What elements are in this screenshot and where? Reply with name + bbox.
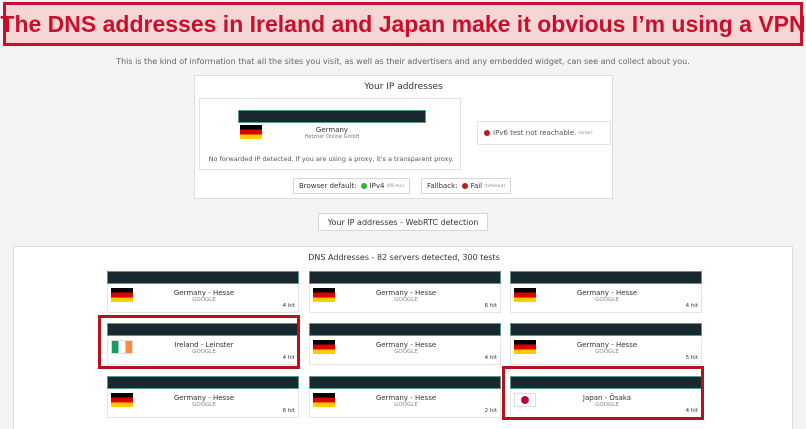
dns-hits: 5 hit — [685, 355, 698, 361]
dns-panel-title: DNS Addresses - 82 servers detected, 300… — [308, 253, 500, 262]
dns-server-card: Germany - Hesse GOOGLE 4 hit — [107, 271, 299, 315]
dns-hits: 4 hit — [685, 303, 698, 309]
dns-provider: GOOGLE — [394, 297, 418, 303]
dns-provider: GOOGLE — [192, 402, 216, 408]
dns-hits: 2 hit — [484, 408, 497, 414]
dns-location: Germany - Hesse — [173, 289, 235, 297]
dns-location: Germany - Hesse — [576, 289, 638, 297]
redacted-ip-bar — [107, 376, 299, 389]
japan-highlight-box — [502, 366, 704, 420]
dns-location: Germany - Hesse — [173, 394, 235, 402]
ipv6-status-box: IPv6 test not reachable. (error) — [477, 121, 611, 145]
ip-panel-title: Your IP addresses — [364, 82, 443, 92]
ip-info: Germany Hetzner Online GmbH — [238, 125, 426, 140]
ipv6-status-text: IPv6 test not reachable. — [493, 129, 577, 137]
dns-provider: GOOGLE — [394, 402, 418, 408]
ip-addresses-panel: Your IP addresses Germany Hetzner Online… — [194, 75, 613, 199]
ipv6-status-note: (error) — [578, 130, 593, 136]
redacted-ip-bar — [309, 271, 501, 284]
dns-hits: 4 hit — [484, 355, 497, 361]
fallback-label: Fallback: — [427, 182, 458, 190]
redacted-ip-bar — [309, 376, 501, 389]
dns-location: Germany - Hesse — [375, 289, 437, 297]
dns-server-card: Germany - Hesse GOOGLE 5 hit — [510, 323, 702, 367]
dns-server-info: Germany - Hesse GOOGLE 2 hit — [309, 390, 501, 418]
status-green-dot-icon — [360, 183, 367, 189]
dns-location: Germany - Hesse — [375, 394, 437, 402]
dns-server-card: Germany - Hesse GOOGLE 6 hit — [107, 376, 299, 420]
dns-server-info: Germany - Hesse GOOGLE 5 hit — [510, 337, 702, 365]
dns-location: Germany - Hesse — [576, 341, 638, 349]
ip-isp: Hetzner Online GmbH — [304, 134, 360, 140]
dns-provider: GOOGLE — [595, 297, 619, 303]
dns-server-info: Germany - Hesse GOOGLE 6 hit — [309, 285, 501, 313]
dns-server-card: Germany - Hesse GOOGLE 6 hit — [309, 271, 501, 315]
dns-server-info: Germany - Hesse GOOGLE 4 hit — [309, 337, 501, 365]
dns-provider: GOOGLE — [394, 349, 418, 355]
webrtc-detection-label: Your IP addresses - WebRTC detection — [327, 217, 479, 227]
dns-provider: GOOGLE — [192, 297, 216, 303]
caption-text: The DNS addresses in Ireland and Japan m… — [0, 10, 806, 37]
dns-hits: 6 hit — [484, 303, 497, 309]
redacted-ip-bar — [238, 110, 426, 123]
browser-default-value: IPv4 — [369, 182, 385, 190]
status-red-dot-icon — [461, 183, 468, 189]
dns-hits: 6 hit — [282, 408, 295, 414]
dns-server-info: Germany - Hesse GOOGLE 6 hit — [107, 390, 299, 418]
ireland-highlight-box — [98, 315, 300, 369]
intro-text: This is the kind of information that all… — [116, 57, 690, 66]
dns-server-info: Germany - Hesse GOOGLE 4 hit — [107, 285, 299, 313]
dns-hits: 4 hit — [282, 303, 295, 309]
webrtc-detection-button[interactable]: Your IP addresses - WebRTC detection — [318, 213, 488, 231]
dns-server-card: Germany - Hesse GOOGLE 2 hit — [309, 376, 501, 420]
browser-default-note: (69 ms) — [386, 183, 404, 189]
redacted-ip-bar — [510, 271, 702, 284]
redacted-ip-bar — [309, 323, 501, 336]
browser-default-label: Browser default: — [299, 182, 357, 190]
dns-provider: GOOGLE — [595, 349, 619, 355]
dns-server-card: Germany - Hesse GOOGLE 4 hit — [309, 323, 501, 367]
ip-address-box: Germany Hetzner Online GmbH No forwarded… — [199, 98, 461, 170]
browser-default-badge: Browser default: IPv4 (69 ms) — [293, 178, 410, 194]
dns-location: Germany - Hesse — [375, 341, 437, 349]
ip-country: Germany — [315, 126, 349, 134]
caption-banner: The DNS addresses in Ireland and Japan m… — [0, 2, 806, 46]
dns-server-info: Germany - Hesse GOOGLE 4 hit — [510, 285, 702, 313]
fallback-value: Fail — [470, 182, 483, 190]
no-forward-text: No forwarded IP detected. If you are usi… — [208, 155, 454, 163]
redacted-ip-bar — [510, 323, 702, 336]
dns-server-card: Germany - Hesse GOOGLE 4 hit — [510, 271, 702, 315]
redacted-ip-bar — [107, 271, 299, 284]
fallback-note: (timeout) — [484, 183, 506, 189]
fallback-badge: Fallback: Fail (timeout) — [421, 178, 512, 194]
status-red-dot-icon — [484, 130, 490, 136]
